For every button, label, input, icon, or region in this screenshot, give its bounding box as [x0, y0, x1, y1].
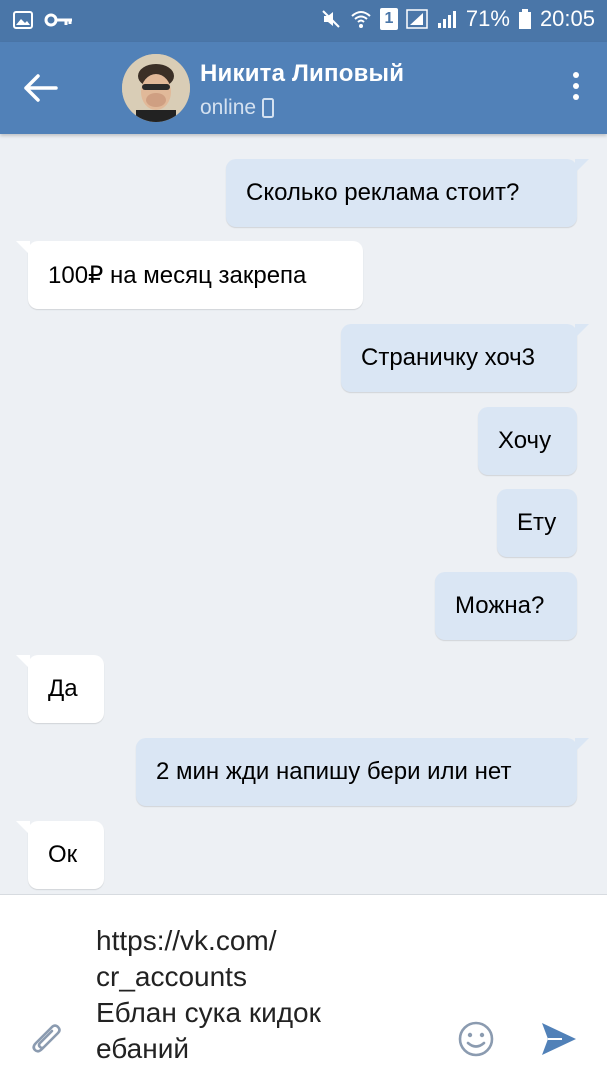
message-input[interactable]: https://vk.com/ cr_accounts Еблан сука к… [96, 923, 426, 1067]
avatar[interactable] [122, 54, 190, 122]
contact-name[interactable]: Никита Липовый [200, 60, 404, 88]
message-text: Ету [517, 509, 557, 536]
message-text: Хочу [498, 427, 552, 454]
contact-status: online [200, 96, 275, 120]
message-text: Да [48, 675, 78, 702]
message-outgoing[interactable]: Хочу [478, 407, 577, 475]
emoji-icon[interactable] [456, 1019, 496, 1059]
send-icon[interactable] [538, 1019, 580, 1059]
message-composer: https://vk.com/ cr_accounts Еблан сука к… [0, 894, 607, 1080]
message-text: Можна? [455, 592, 545, 619]
battery-icon [518, 9, 531, 29]
message-outgoing[interactable]: Ету [497, 489, 577, 557]
wifi-icon [351, 11, 371, 28]
message-outgoing[interactable]: 2 мин жди напишу бери или нет [136, 738, 589, 806]
chat-header: Никита Липовый online [0, 42, 607, 134]
status-bar: 1 71% 20:05 [0, 0, 607, 42]
image-icon [13, 11, 33, 29]
message-outgoing[interactable]: Можна? [435, 572, 577, 640]
back-arrow-icon[interactable] [20, 70, 60, 106]
sim-icon: 1 [379, 8, 398, 30]
message-text: 2 мин жди напишу бери или нет [156, 758, 512, 785]
message-text: 100₽ на месяц закрепа [48, 261, 307, 289]
signal-icon [406, 9, 428, 29]
mute-icon [322, 10, 340, 28]
message-text: Страничку хоч3 [361, 344, 536, 371]
signal-bars-icon [437, 11, 456, 28]
phone-icon [262, 98, 275, 118]
paperclip-icon[interactable] [28, 1021, 68, 1061]
message-outgoing[interactable]: Страничку хоч3 [341, 324, 589, 392]
message-list[interactable]: Сколько реклама стоит? 100₽ на месяц зак… [0, 134, 607, 894]
message-text: Ок [48, 841, 78, 868]
battery-percent: 71% [465, 6, 510, 31]
message-incoming[interactable]: Ок [16, 821, 104, 889]
clock: 20:05 [539, 6, 595, 31]
message-incoming[interactable]: Да [16, 655, 104, 723]
key-icon [44, 13, 72, 27]
avatar-photo [122, 54, 190, 122]
status-label: online [200, 96, 257, 119]
more-vert-icon[interactable] [569, 72, 583, 106]
message-text: Сколько реклама стоит? [246, 179, 520, 206]
message-outgoing[interactable]: Сколько реклама стоит? [226, 159, 589, 227]
message-incoming[interactable]: 100₽ на месяц закрепа [16, 241, 363, 309]
